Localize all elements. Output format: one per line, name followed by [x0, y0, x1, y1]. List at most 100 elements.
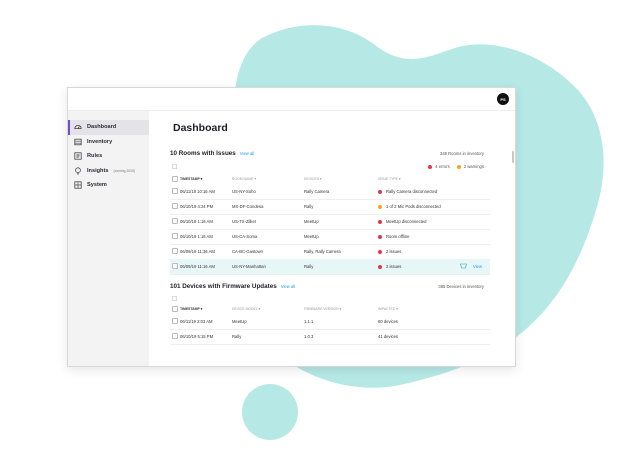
table-row[interactable]: 06/10/19 1:16 AM US-CA-Soma MeetUp Room … [170, 229, 490, 245]
cell-timestamp: 06/10/19 5:15 PM [180, 334, 214, 339]
row-checkbox[interactable] [172, 233, 178, 239]
row-checkbox[interactable] [172, 218, 178, 224]
table-row[interactable]: 06/10/19 4:24 PM MX-DF-Condesa Rally 1 o… [170, 199, 490, 215]
column-header-timestamp[interactable]: TIMESTAMP ▾ [180, 177, 202, 181]
page-title: Dashboard [173, 122, 228, 134]
column-header-timestamp[interactable]: TIMESTAMP ▾ [180, 307, 202, 311]
filter-icon[interactable] [172, 296, 177, 301]
card-header: 101 Devices with Firmware Updates View al… [170, 281, 495, 293]
cell-room-name: US-NY-Manhattan [232, 264, 266, 269]
card-header: 10 Rooms with Issues View all 348 Rooms i… [170, 148, 495, 160]
cell-issue: MeetUp disconnected [378, 219, 427, 224]
sidebar-item-insights[interactable]: Insights (coming 2020) [68, 164, 149, 179]
sidebar-item-system[interactable]: System [68, 178, 149, 193]
room-view-icon [460, 263, 467, 269]
cell-impacted: 41 devices [378, 334, 399, 339]
table-row-highlighted[interactable]: 06/09/19 11:16 AM US-NY-Manhattan Rally … [170, 259, 490, 275]
inventory-icon [74, 138, 82, 145]
select-all-checkbox[interactable] [172, 176, 178, 182]
sidebar-item-inventory[interactable]: Inventory [68, 135, 149, 150]
table-row[interactable]: 06/10/19 1:16 AM US-TX-Zilker MeetUp Mee… [170, 214, 490, 230]
cell-devices: Rally [304, 264, 314, 269]
row-checkbox[interactable] [172, 248, 178, 254]
cell-timestamp: 06/11/19 2:03 AM [180, 319, 213, 324]
dashboard-icon [74, 125, 82, 130]
error-dot-icon [378, 189, 382, 194]
cell-timestamp: 06/10/19 1:16 AM [180, 219, 213, 224]
table-header: TIMESTAMP ▾ ROOM NAME ▾ DEVICES ▾ ISSUE … [170, 174, 495, 183]
sidebar-item-label: Inventory [87, 138, 113, 145]
cell-devices: MeetUp [304, 219, 319, 224]
cell-timestamp: 06/09/19 11:16 AM [180, 264, 215, 269]
column-header-issue-type[interactable]: ISSUE TYPE ▾ [378, 177, 401, 181]
rooms-issues-title: 10 Rooms with Issues [170, 150, 236, 157]
issue-label: 1 of 2 Mic Pods disconnected [386, 204, 441, 209]
view-label: View [472, 263, 482, 269]
select-all-checkbox[interactable] [172, 306, 178, 312]
table-row[interactable]: 06/11/19 10:16 AM US-NY-Soho Rally Camer… [170, 184, 490, 200]
cell-issue: 1 of 2 Mic Pods disconnected [378, 204, 441, 209]
row-checkbox[interactable] [172, 333, 178, 339]
issue-label: 2 issues [386, 249, 402, 254]
cell-timestamp: 06/09/19 11:36 AM [180, 249, 215, 254]
cell-issue: 2 issues [378, 264, 401, 269]
sidebar-item-sublabel: (coming 2020) [113, 168, 136, 173]
cell-room-name: US-NY-Soho [232, 189, 256, 194]
sidebar-item-label: Insights [87, 167, 109, 174]
column-header-room-name[interactable]: ROOM NAME ▾ [232, 177, 256, 181]
error-dot-icon [378, 219, 382, 224]
issue-label: 2 issues [386, 264, 402, 269]
sidebar-item-rules[interactable]: Rules [68, 149, 149, 164]
sidebar: Dashboard Inventory Rules Insights (comi… [68, 111, 149, 366]
column-header-devices[interactable]: DEVICES ▾ [304, 177, 322, 181]
filter-icon[interactable] [172, 164, 177, 169]
cell-device-model: MeetUp [232, 319, 247, 324]
issue-summary: 4 errors 2 warnings [428, 164, 484, 169]
cell-room-name: US-CA-Soma [232, 234, 258, 239]
rooms-inventory-count: 348 Rooms in inventory [440, 151, 484, 156]
cell-room-name: MX-DF-Condesa [232, 204, 264, 209]
system-icon [74, 181, 82, 189]
cell-issue: 2 issues [378, 249, 401, 254]
warning-count: 2 warnings [456, 164, 484, 169]
error-count: 4 errors [428, 164, 450, 169]
cell-room-name: CA-BC-Gastown [232, 249, 263, 254]
cell-issue: Rally Camera disconnected [378, 189, 437, 194]
scrollbar[interactable] [512, 151, 514, 163]
cell-impacted: 60 devices [378, 319, 399, 324]
devices-inventory-count: 365 Devices in inventory [438, 284, 484, 289]
table-row[interactable]: 06/10/19 5:15 PM Rally 1.0.3 41 devices [170, 329, 490, 345]
table-header: TIMESTAMP ▾ DEVICE MODEL ▾ FIRMWARE VERS… [170, 304, 495, 313]
row-checkbox[interactable] [172, 203, 178, 209]
view-room-button[interactable]: View [460, 263, 482, 269]
table-row[interactable]: 06/11/19 2:03 AM MeetUp 1.1.1 60 devices [170, 314, 490, 330]
sidebar-item-dashboard[interactable]: Dashboard [68, 120, 149, 135]
issue-label: MeetUp disconnected [386, 219, 427, 224]
issue-label: Room offline [386, 234, 410, 239]
table-row[interactable]: 06/09/19 11:36 AM CA-BC-Gastown Rally, R… [170, 244, 490, 260]
firmware-updates-card: 101 Devices with Firmware Updates View al… [170, 281, 495, 366]
row-checkbox[interactable] [172, 188, 178, 194]
row-checkbox[interactable] [172, 318, 178, 324]
cell-timestamp: 06/11/19 10:16 AM [180, 189, 215, 194]
warning-dot-icon [456, 164, 461, 169]
column-header-firmware-version[interactable]: FIRMWARE VERSION ▾ [304, 307, 341, 311]
column-header-device-model[interactable]: DEVICE MODEL ▾ [232, 307, 260, 311]
column-header-impacted[interactable]: IMPACTED ▾ [378, 307, 398, 311]
view-all-devices-link[interactable]: View all [281, 284, 295, 289]
avatar[interactable]: PS [497, 93, 509, 105]
cell-timestamp: 06/10/19 4:24 PM [180, 204, 214, 209]
cell-devices: Rally, Rally Camera [304, 249, 341, 254]
view-all-rooms-link[interactable]: View all [240, 151, 254, 156]
row-checkbox[interactable] [172, 263, 178, 269]
cell-room-name: US-TX-Zilker [232, 219, 257, 224]
error-count-label: 4 errors [435, 164, 450, 169]
sidebar-item-label: System [87, 182, 107, 189]
error-dot-icon [378, 249, 382, 254]
insights-icon [75, 167, 81, 175]
sidebar-item-label: Dashboard [87, 124, 117, 131]
main-content: Dashboard 10 Rooms with Issues View all 3… [159, 111, 515, 366]
firmware-title: 101 Devices with Firmware Updates [170, 283, 277, 290]
cell-timestamp: 06/10/19 1:16 AM [180, 234, 213, 239]
rules-icon [74, 152, 82, 160]
